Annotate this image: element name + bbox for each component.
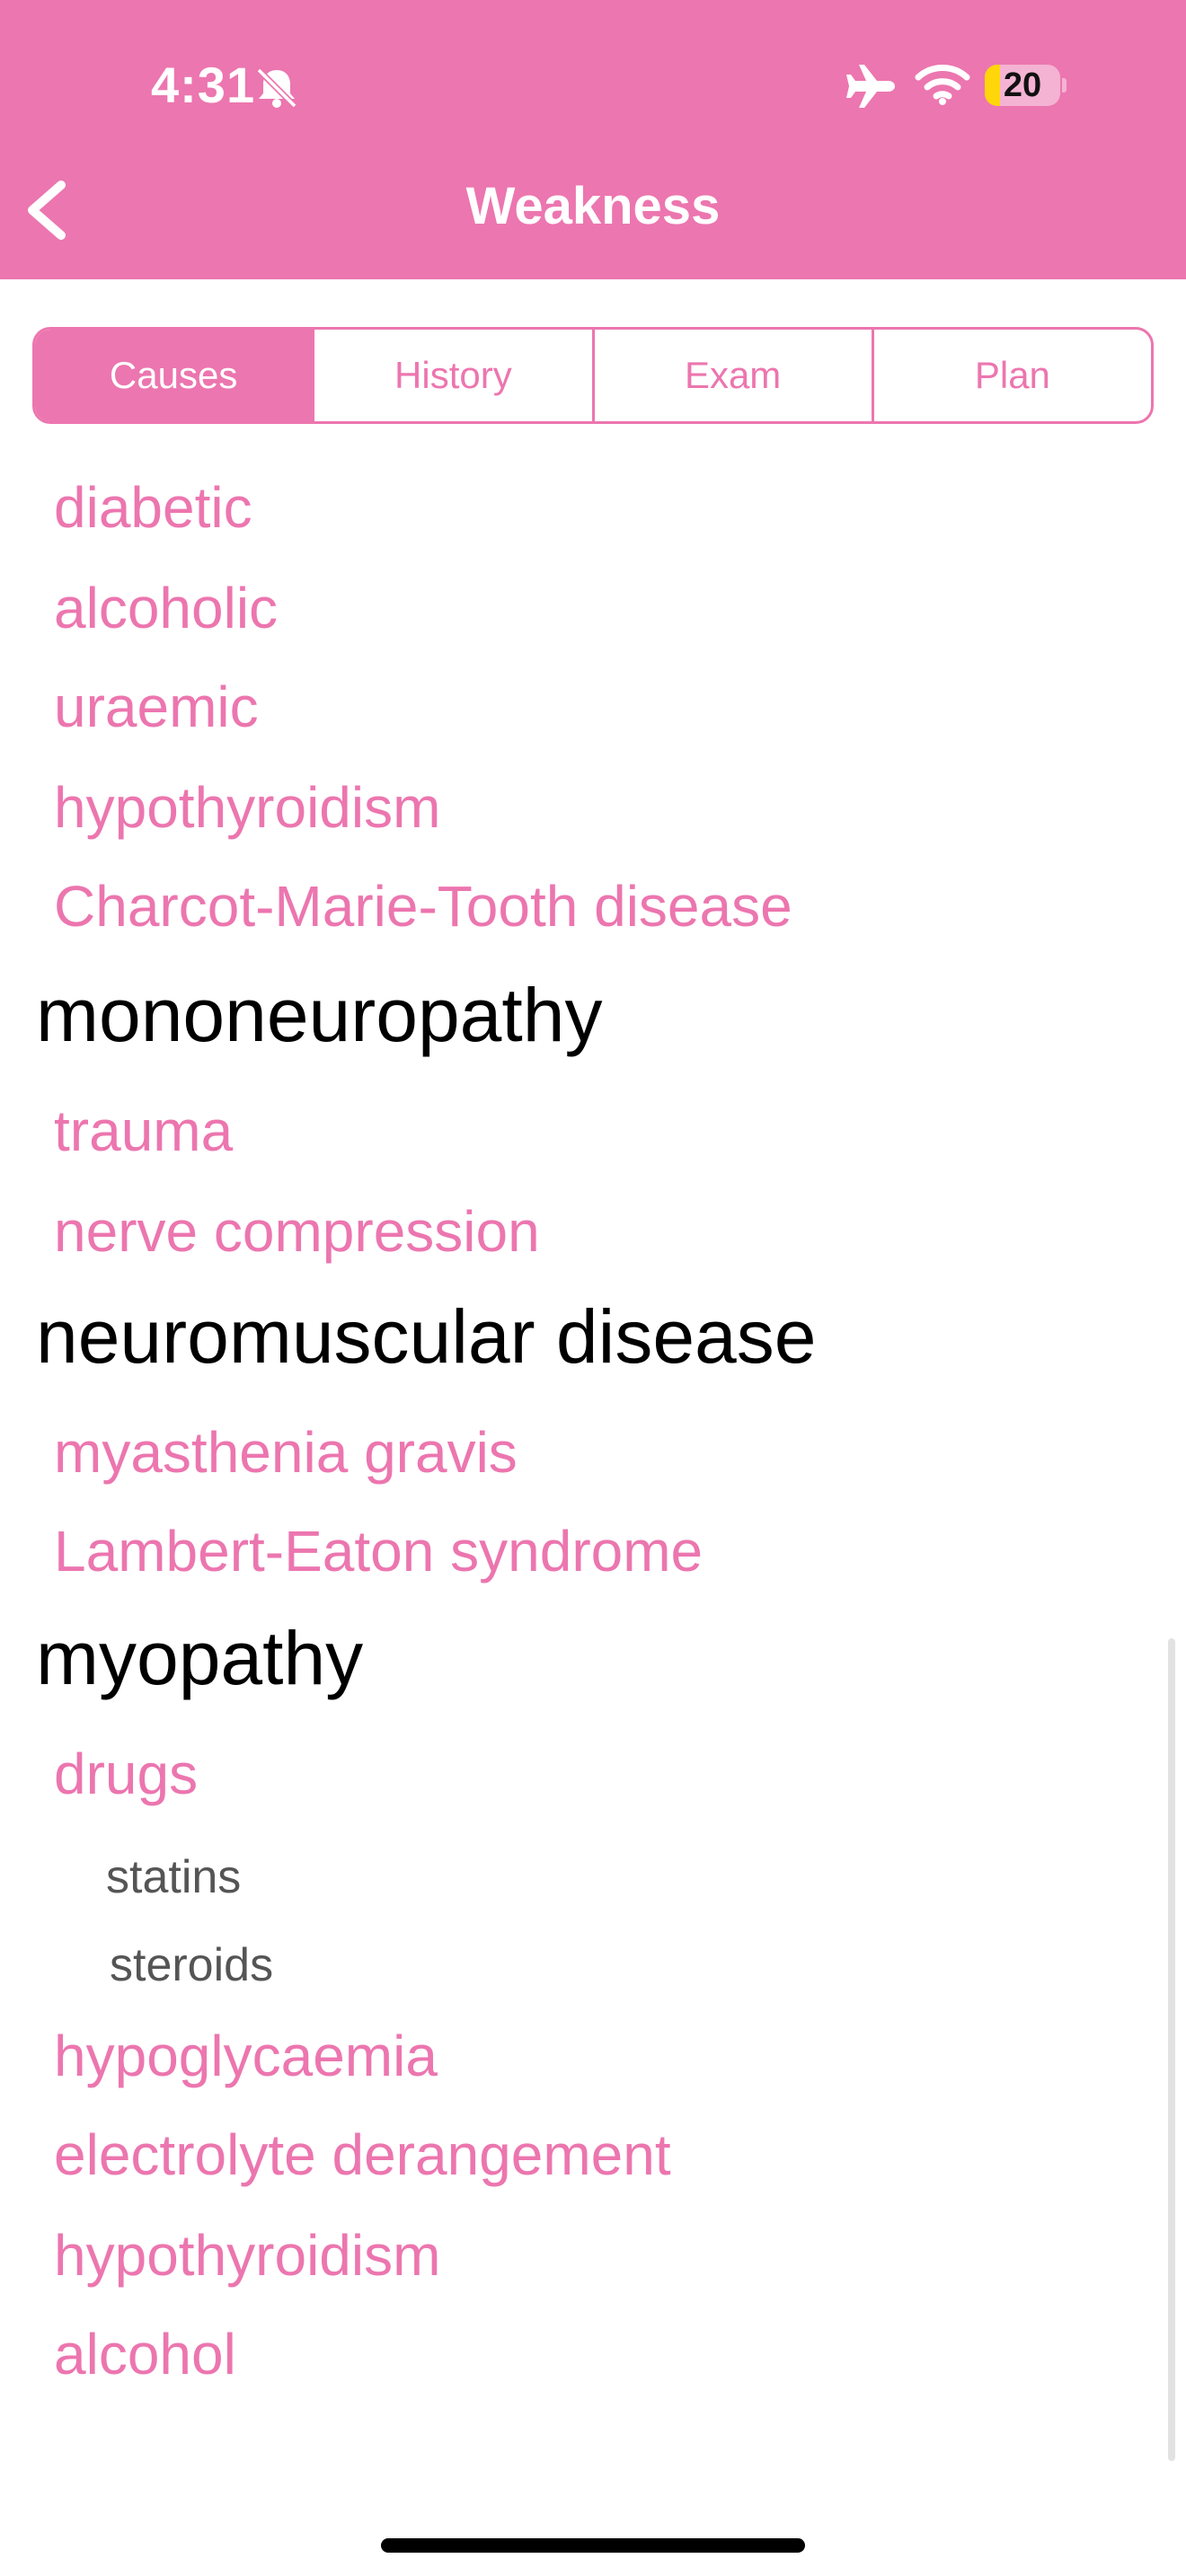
- list-item[interactable]: drugs: [54, 1741, 198, 1807]
- list-item[interactable]: hypothyroidism: [54, 2222, 440, 2289]
- status-time: 4:31: [151, 57, 256, 113]
- segmented-control: Causes History Exam Plan: [32, 327, 1154, 424]
- list-item[interactable]: hypothyroidism: [54, 774, 440, 841]
- tab-history[interactable]: History: [312, 330, 591, 421]
- section-heading: myopathy: [36, 1616, 364, 1700]
- chevron-left-icon: [28, 181, 66, 240]
- bell-slash-icon: [256, 67, 297, 109]
- list-item[interactable]: alcohol: [54, 2321, 236, 2387]
- list-item[interactable]: hypoglycaemia: [54, 2023, 438, 2089]
- airplane-icon: [846, 65, 895, 108]
- list-item[interactable]: trauma: [54, 1098, 233, 1164]
- list-item[interactable]: nerve compression: [54, 1198, 540, 1265]
- tab-causes[interactable]: Causes: [35, 330, 313, 421]
- sub-list-item: statins: [106, 1851, 242, 1903]
- list-item[interactable]: electrolyte derangement: [54, 2122, 671, 2188]
- list-item[interactable]: Lambert-Eaton syndrome: [54, 1518, 703, 1584]
- list-item[interactable]: alcoholic: [54, 575, 278, 641]
- list-item[interactable]: myasthenia gravis: [54, 1419, 518, 1486]
- scrollbar[interactable]: [1168, 1638, 1175, 2461]
- header-bar: 4:31 20 Weakness: [0, 0, 1186, 279]
- back-button[interactable]: [18, 167, 81, 253]
- section-heading: mononeuropathy: [36, 973, 603, 1057]
- list-item[interactable]: Charcot-Marie-Tooth disease: [54, 873, 792, 940]
- tab-exam[interactable]: Exam: [591, 330, 872, 421]
- tab-plan[interactable]: Plan: [871, 330, 1151, 421]
- battery-icon: 20: [985, 65, 1067, 106]
- home-indicator: [381, 2538, 805, 2553]
- wifi-icon: [915, 65, 970, 105]
- page-title: Weakness: [465, 177, 721, 235]
- section-heading: neuromuscular disease: [36, 1294, 817, 1379]
- battery-percentage: 20: [1003, 66, 1042, 104]
- list-item[interactable]: uraemic: [54, 674, 259, 740]
- list-item[interactable]: diabetic: [54, 474, 252, 541]
- sub-list-item: steroids: [110, 1939, 274, 1991]
